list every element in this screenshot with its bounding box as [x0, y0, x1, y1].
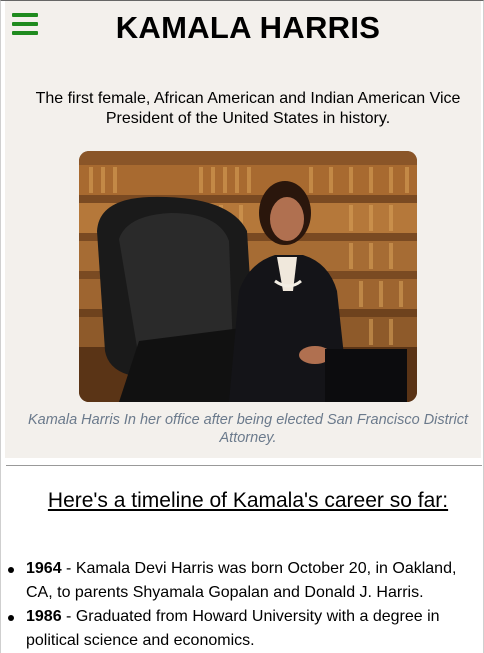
- timeline-heading: Here's a timeline of Kamala's career so …: [47, 489, 449, 512]
- timeline-item: 1964 - Kamala Devi Harris was born Octob…: [8, 557, 478, 605]
- timeline-text: - Graduated from Howard University with …: [26, 608, 440, 649]
- timeline-text: - Kamala Devi Harris was born October 20…: [26, 560, 457, 601]
- timeline-year: 1964: [26, 560, 62, 577]
- page-title: KAMALA HARRIS: [115, 10, 381, 45]
- timeline-year: 1986: [26, 608, 62, 625]
- photo-caption: Kamala Harris In her office after being …: [27, 412, 469, 446]
- kamala-harris-office-photo: [79, 151, 417, 402]
- timeline-list: 1964 - Kamala Devi Harris was born Octob…: [8, 557, 478, 653]
- section-divider: [6, 465, 482, 466]
- hero-subtitle: The first female, African American and I…: [35, 90, 461, 127]
- timeline-item: 1986 - Graduated from Howard University …: [8, 605, 478, 653]
